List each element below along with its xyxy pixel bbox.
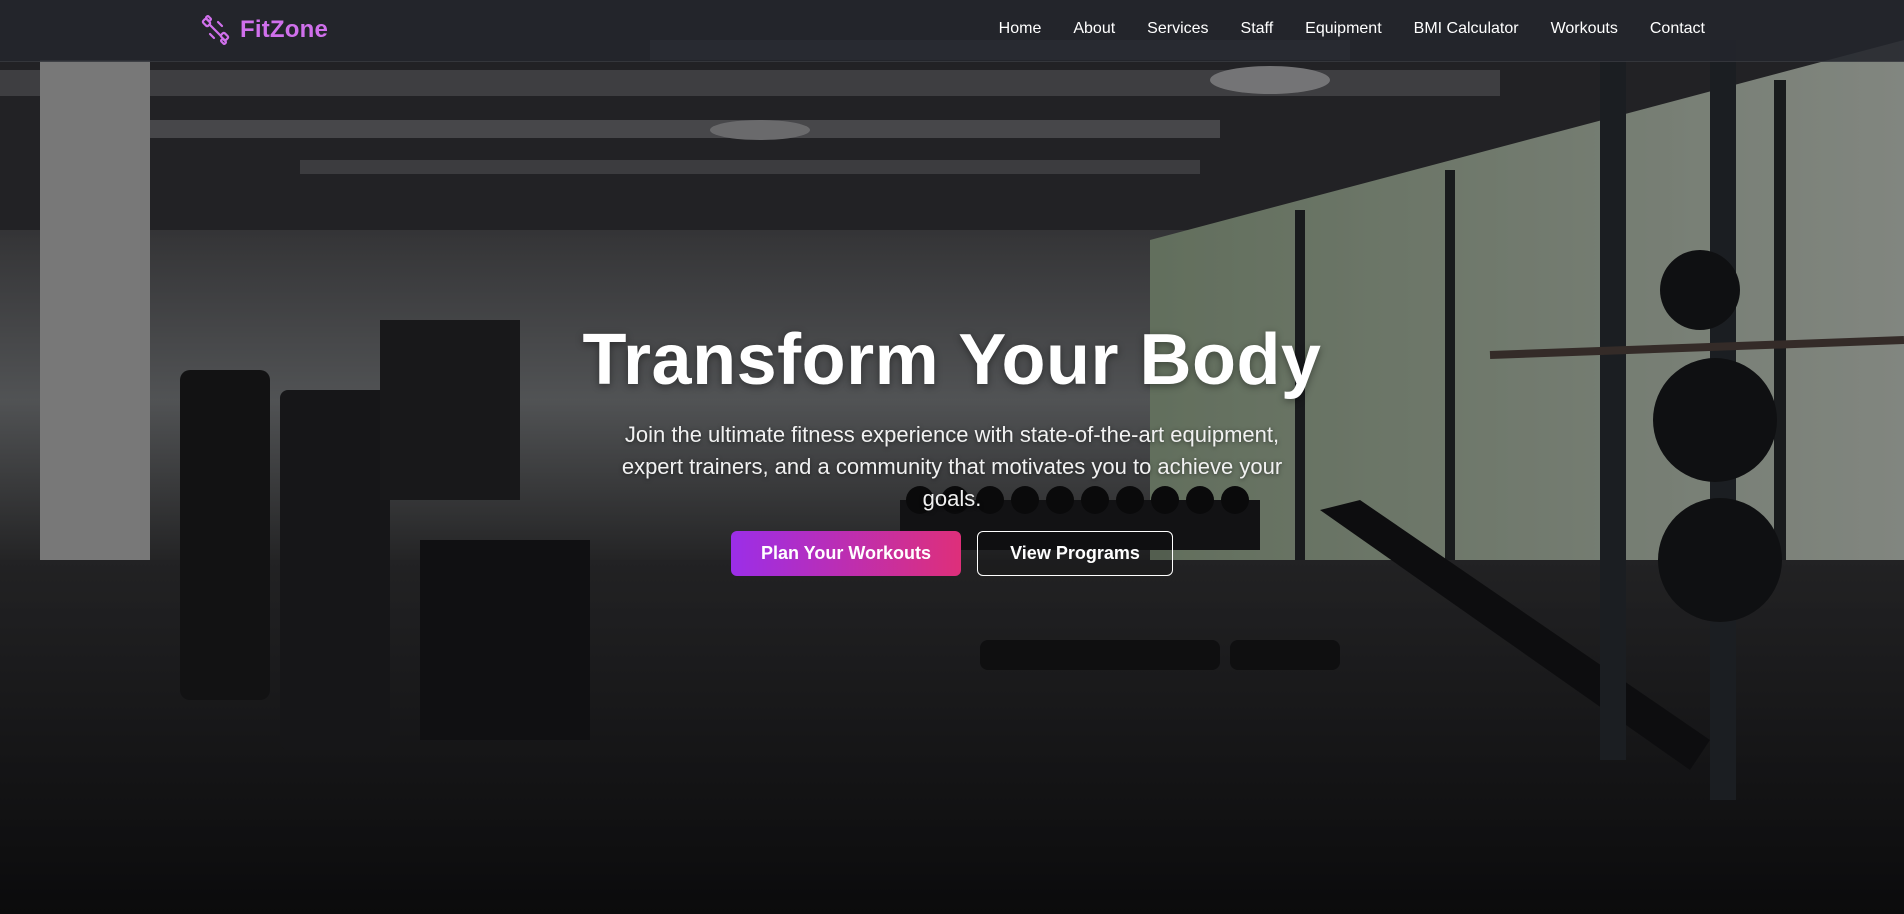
nav-links: Home About Services Staff Equipment BMI … xyxy=(999,0,1705,58)
nav-services[interactable]: Services xyxy=(1147,20,1208,38)
nav-bmi-calculator[interactable]: BMI Calculator xyxy=(1414,20,1519,38)
nav-equipment[interactable]: Equipment xyxy=(1305,20,1382,38)
hero-title: Transform Your Body xyxy=(582,320,1322,400)
plan-workouts-button[interactable]: Plan Your Workouts xyxy=(731,531,961,576)
nav-home[interactable]: Home xyxy=(999,20,1042,38)
brand-name: FitZone xyxy=(240,16,329,43)
nav-workouts[interactable]: Workouts xyxy=(1551,20,1618,38)
nav-contact[interactable]: Contact xyxy=(1650,20,1705,38)
dumbbell-icon xyxy=(201,14,230,46)
brand-logo[interactable]: FitZone xyxy=(200,14,328,46)
top-navbar: FitZone Home About Services Staff Equipm… xyxy=(0,0,1904,62)
hero-subtitle: Join the ultimate fitness experience wit… xyxy=(621,422,1283,511)
view-programs-button[interactable]: View Programs xyxy=(977,531,1173,576)
hero-buttons: Plan Your Workouts View Programs xyxy=(731,531,1173,576)
hero-content: Transform Your Body Join the ultimate fi… xyxy=(0,318,1904,576)
nav-staff[interactable]: Staff xyxy=(1241,20,1274,38)
hero-section: FitZone Home About Services Staff Equipm… xyxy=(0,0,1904,914)
nav-about[interactable]: About xyxy=(1073,20,1115,38)
